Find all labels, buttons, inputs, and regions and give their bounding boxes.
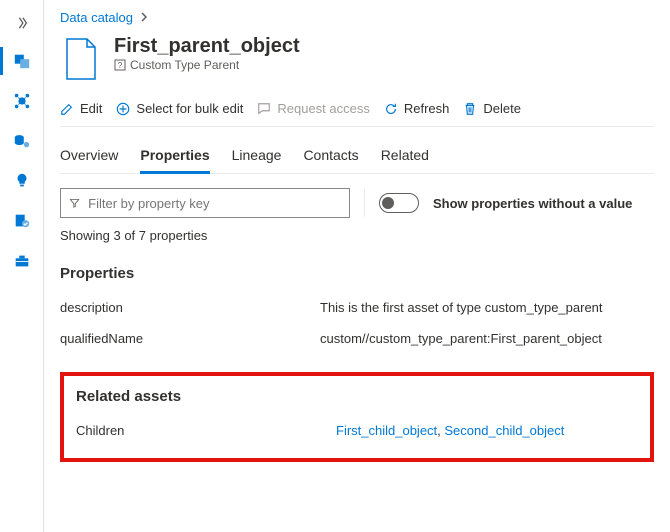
breadcrumb-root[interactable]: Data catalog xyxy=(60,10,133,25)
tab-properties[interactable]: Properties xyxy=(140,141,209,173)
tabs: Overview Properties Lineage Contacts Rel… xyxy=(60,133,654,174)
property-value: This is the first asset of type custom_t… xyxy=(320,300,654,315)
pencil-icon xyxy=(60,102,74,116)
sidebar-item-catalog[interactable] xyxy=(0,41,44,81)
asset-header: First_parent_object ? Custom Type Parent xyxy=(60,35,654,91)
child-link[interactable]: Second_child_object xyxy=(444,423,564,438)
type-icon: ? xyxy=(114,59,126,71)
filter-icon xyxy=(69,197,80,209)
breadcrumb: Data catalog xyxy=(60,8,654,35)
property-row: qualifiedName custom//custom_type_parent… xyxy=(60,323,654,354)
toggle-knob xyxy=(382,197,394,209)
tab-lineage[interactable]: Lineage xyxy=(232,141,282,173)
filter-input[interactable] xyxy=(88,196,341,211)
show-empty-toggle[interactable] xyxy=(379,193,419,213)
edit-button[interactable]: Edit xyxy=(60,101,102,116)
tab-contacts[interactable]: Contacts xyxy=(303,141,358,173)
left-nav xyxy=(0,0,44,532)
tab-overview[interactable]: Overview xyxy=(60,141,118,173)
showing-count: Showing 3 of 7 properties xyxy=(60,228,654,243)
filter-input-wrapper[interactable] xyxy=(60,188,350,218)
property-row: description This is the first asset of t… xyxy=(60,292,654,323)
delete-button[interactable]: Delete xyxy=(463,101,521,116)
property-key: qualifiedName xyxy=(60,331,320,346)
related-value: First_child_object, Second_child_object xyxy=(336,423,638,438)
sidebar-item-insights[interactable] xyxy=(0,161,44,201)
sidebar-item-sources[interactable] xyxy=(0,81,44,121)
request-access-button: Request access xyxy=(257,101,370,116)
sidebar-item-policy[interactable] xyxy=(0,201,44,241)
related-heading: Related assets xyxy=(76,388,638,405)
related-row: Children First_child_object, Second_chil… xyxy=(76,415,638,446)
plus-circle-icon xyxy=(116,102,130,116)
sidebar-item-data[interactable] xyxy=(0,121,44,161)
asset-type-label: ? Custom Type Parent xyxy=(114,58,300,72)
property-key: description xyxy=(60,300,320,315)
file-icon xyxy=(60,35,102,83)
divider xyxy=(364,189,365,217)
bulk-edit-button[interactable]: Select for bulk edit xyxy=(116,101,243,116)
trash-icon xyxy=(463,102,477,116)
chevron-right-icon xyxy=(139,10,149,25)
comment-icon xyxy=(257,102,271,116)
filter-row: Show properties without a value xyxy=(60,188,654,218)
sidebar-item-management[interactable] xyxy=(0,241,44,281)
properties-heading: Properties xyxy=(60,265,654,282)
related-assets-section: Related assets Children First_child_obje… xyxy=(60,372,654,462)
refresh-button[interactable]: Refresh xyxy=(384,101,450,116)
svg-text:?: ? xyxy=(118,61,123,70)
child-link[interactable]: First_child_object xyxy=(336,423,437,438)
expand-nav-icon[interactable] xyxy=(15,8,29,41)
refresh-icon xyxy=(384,102,398,116)
toolbar: Edit Select for bulk edit Request access… xyxy=(60,91,654,127)
main-content: Data catalog First_parent_object ? Custo… xyxy=(44,0,670,532)
toggle-label: Show properties without a value xyxy=(433,196,632,211)
related-key: Children xyxy=(76,423,336,438)
tab-related[interactable]: Related xyxy=(381,141,429,173)
page-title: First_parent_object xyxy=(114,35,300,58)
property-value: custom//custom_type_parent:First_parent_… xyxy=(320,331,654,346)
